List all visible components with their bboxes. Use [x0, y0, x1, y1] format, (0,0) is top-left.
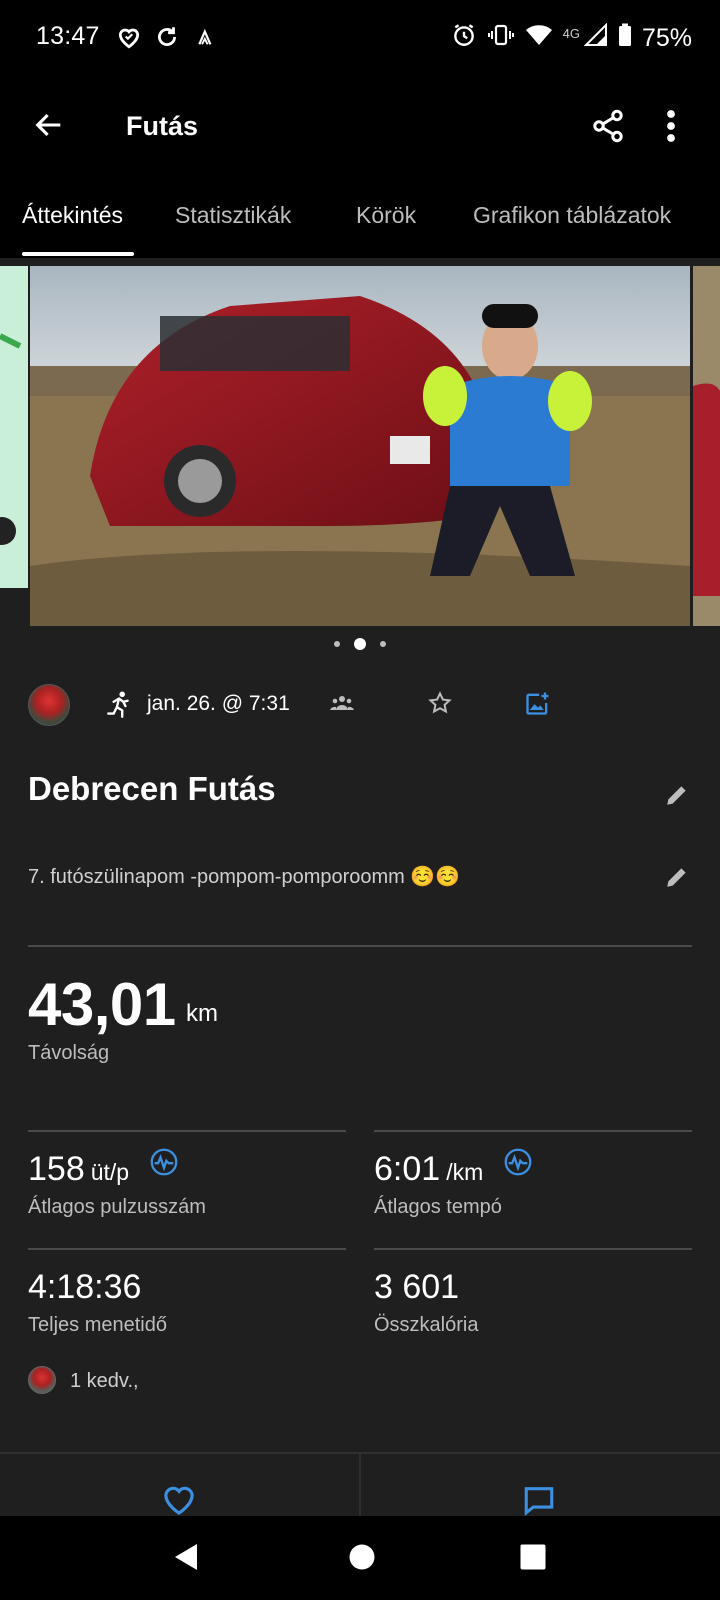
tab-bar: Áttekintés Statisztikák Körök Grafikon t…: [0, 178, 720, 258]
active-tab-indicator: [22, 252, 134, 256]
tab-laps[interactable]: Körök: [356, 202, 416, 229]
overview-content: jan. 26. @ 7:31 Debrecen Futás 7. futósz…: [0, 258, 720, 1518]
next-photo-thumbnail[interactable]: [693, 266, 720, 626]
page-dot-active: [354, 638, 366, 650]
tab-charts[interactable]: Grafikon táblázatok: [473, 202, 671, 229]
divider: [374, 1248, 692, 1250]
avg-hr-label: Átlagos pulzusszám: [28, 1196, 206, 1218]
avg-pace-value: 6:01: [374, 1150, 441, 1188]
avg-hr-value: 158: [28, 1150, 85, 1188]
sync-icon: [154, 24, 180, 55]
avg-hr-unit: üt/p: [90, 1159, 130, 1185]
alarm-icon: [451, 22, 477, 55]
add-photo-icon[interactable]: [524, 689, 552, 722]
tab-statistics[interactable]: Statisztikák: [175, 202, 291, 229]
liker-avatar: [28, 1366, 56, 1394]
divider: [28, 945, 692, 947]
network-type: 4G: [562, 26, 580, 41]
page-title: Futás: [126, 111, 199, 141]
distance-unit: km: [186, 1000, 218, 1027]
calories-label: Összkalória: [374, 1314, 479, 1336]
avg-pace-unit: /km: [446, 1159, 484, 1185]
divider: [28, 1248, 346, 1250]
total-time-value: 4:18:36: [28, 1268, 142, 1306]
nav-recents-icon[interactable]: [519, 1542, 547, 1577]
avatar[interactable]: [28, 684, 70, 726]
activity-meta-row: jan. 26. @ 7:31: [0, 682, 720, 732]
activity-description: 7. futószülinapom -pompom-pomporoomm ☺️☺…: [28, 866, 461, 888]
avg-pace-label: Átlagos tempó: [374, 1196, 502, 1218]
divider: [28, 1130, 346, 1132]
nav-back-icon[interactable]: [172, 1542, 200, 1577]
likes-count: 1 kedv.,: [70, 1370, 139, 1392]
nav-home-icon[interactable]: [348, 1542, 376, 1577]
group-icon[interactable]: [330, 694, 354, 717]
vibrate-icon: [487, 22, 515, 55]
edit-title-icon[interactable]: [664, 782, 690, 813]
activity-title: Debrecen Futás: [28, 770, 276, 807]
total-time-label: Teljes menetidő: [28, 1314, 167, 1336]
back-arrow-icon[interactable]: [32, 108, 66, 147]
status-bar: 13:47 4G 75%: [0, 0, 720, 78]
action-bar: [0, 1452, 720, 1518]
running-icon: [106, 690, 132, 725]
activity-photo[interactable]: [30, 266, 690, 626]
pace-zone-icon[interactable]: [504, 1148, 532, 1176]
map-thumbnail[interactable]: [0, 266, 28, 588]
system-nav-bar: [0, 1516, 720, 1600]
star-icon[interactable]: [428, 691, 452, 720]
wifi-icon: [525, 23, 553, 54]
tab-overview[interactable]: Áttekintés: [22, 202, 123, 229]
carousel-page-indicator: [0, 634, 720, 654]
strava-icon: [192, 24, 214, 55]
heart-rate-zone-icon[interactable]: [150, 1148, 178, 1176]
activity-date: jan. 26. @ 7:31: [147, 692, 290, 715]
distance-label: Távolság: [28, 1042, 110, 1064]
avg-pace-stat: 6:01/km: [374, 1150, 483, 1189]
battery-icon: [618, 23, 632, 54]
signal-icon: [583, 22, 608, 54]
page-dot: [334, 641, 340, 647]
avg-hr-stat: 158 üt/p: [28, 1150, 129, 1189]
distance-value: 43,01: [28, 971, 176, 1038]
calories-value: 3 601: [374, 1268, 460, 1306]
divider: [374, 1130, 692, 1132]
app-bar: Futás: [0, 78, 720, 178]
more-options-icon[interactable]: [664, 108, 678, 149]
photo-carousel[interactable]: [0, 266, 720, 626]
edit-description-icon[interactable]: [664, 864, 690, 895]
status-time: 13:47: [36, 22, 100, 50]
page-dot: [380, 641, 386, 647]
divider: [359, 1454, 361, 1518]
battery-level: 75%: [641, 24, 692, 52]
share-icon[interactable]: [590, 108, 626, 149]
health-icon: [116, 24, 142, 55]
